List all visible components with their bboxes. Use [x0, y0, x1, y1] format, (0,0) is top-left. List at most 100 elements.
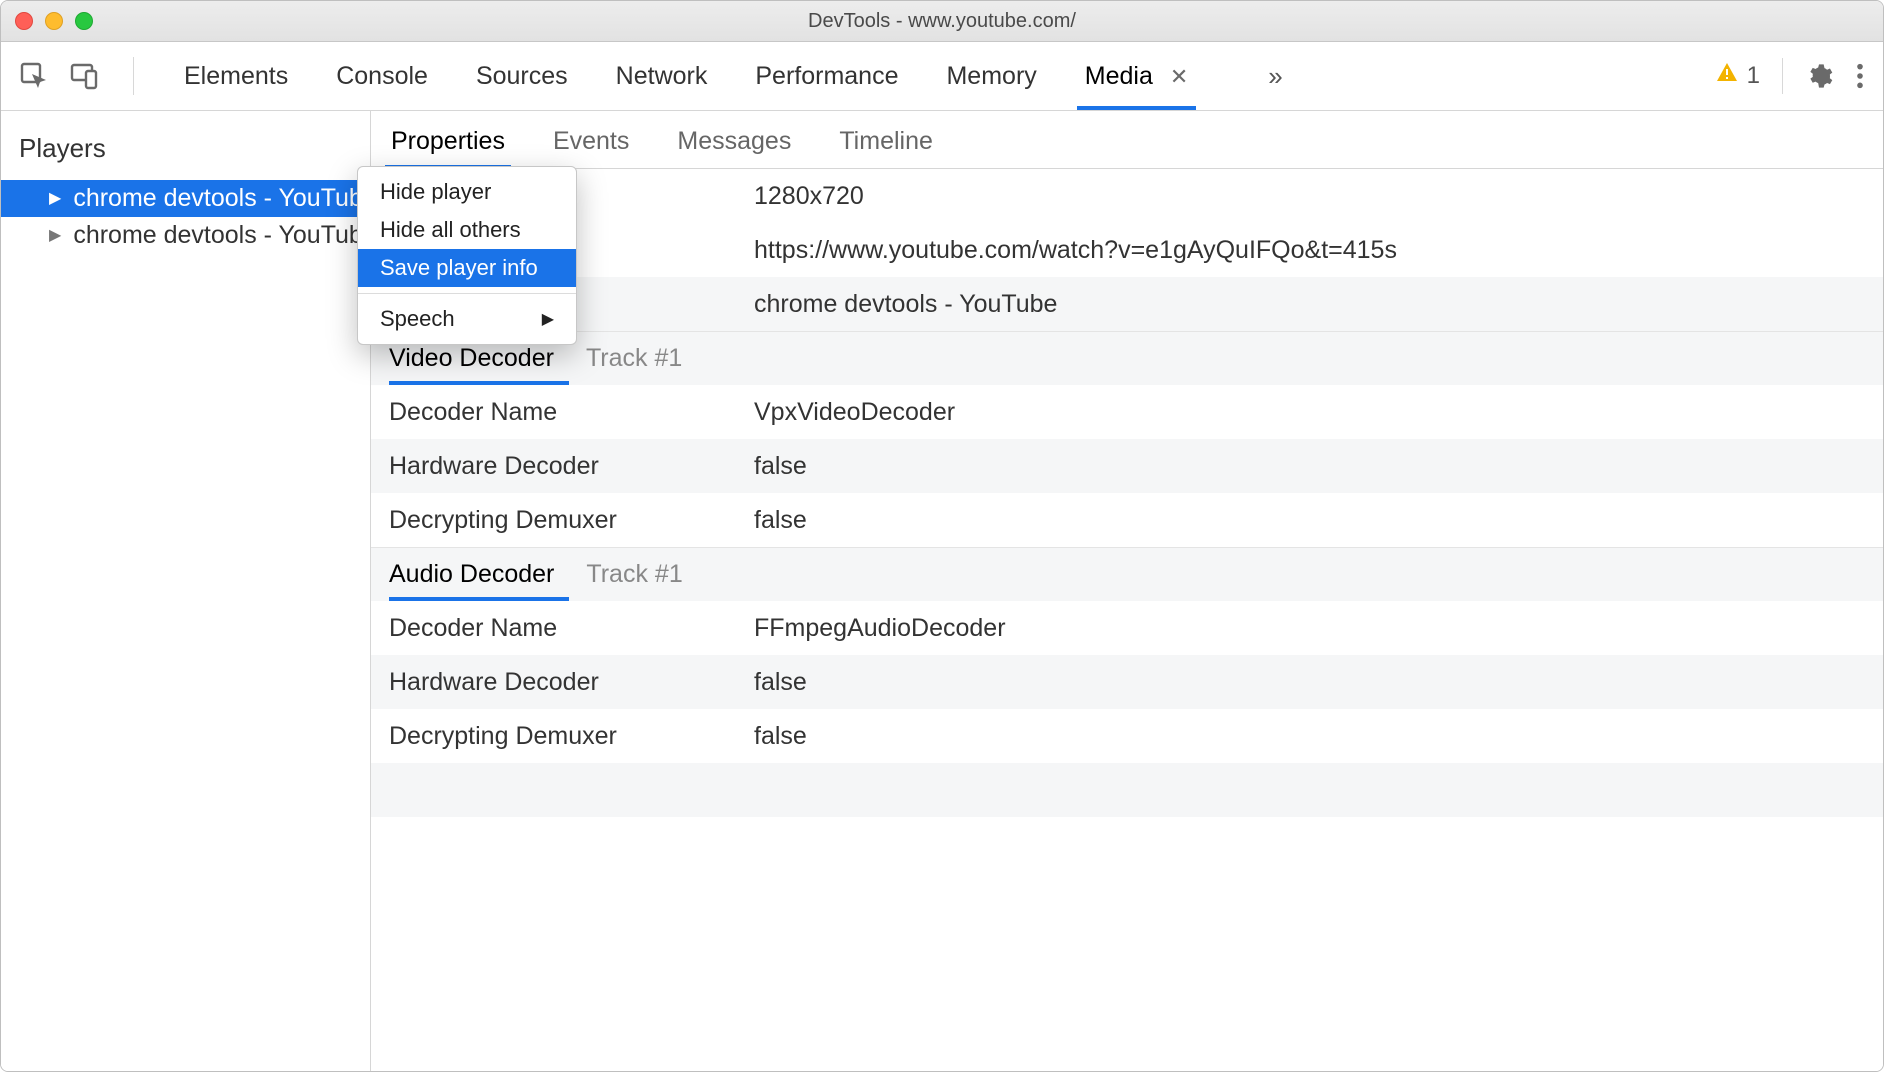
devtools-window: DevTools - www.youtube.com/ Elements Con… — [0, 0, 1884, 1072]
ctx-hide-player[interactable]: Hide player — [358, 173, 576, 211]
property-value: chrome devtools - YouTube — [754, 290, 1057, 319]
main-toolbar: Elements Console Sources Network Perform… — [1, 42, 1883, 111]
property-value: false — [754, 506, 807, 535]
section-subtitle: Track #1 — [586, 344, 682, 373]
ctx-separator — [358, 293, 576, 294]
subtab-messages[interactable]: Messages — [675, 115, 793, 168]
property-key: Hardware Decoder — [389, 668, 754, 697]
tab-label: Sources — [476, 62, 568, 90]
subtab-label: Messages — [677, 127, 791, 155]
properties-list: Resolution 1280x720 Frame URL https://ww… — [371, 169, 1883, 1071]
window-controls — [15, 12, 93, 30]
property-value: false — [754, 722, 807, 751]
warnings-indicator[interactable]: 1 — [1715, 61, 1760, 92]
players-sidebar: Players ▶ chrome devtools - YouTube ▶ ch… — [1, 111, 371, 1071]
context-menu: Hide player Hide all others Save player … — [357, 166, 577, 345]
device-toolbar-icon[interactable] — [69, 61, 99, 91]
player-item-label: chrome devtools - YouTube — [73, 221, 376, 250]
ctx-item-label: Speech — [380, 306, 455, 332]
panel-tabs: Elements Console Sources Network Perform… — [182, 44, 1283, 109]
tab-label: Network — [616, 62, 708, 90]
tab-label: Performance — [755, 62, 898, 90]
property-row: Hardware Decoder false — [371, 655, 1883, 709]
more-tabs-button[interactable]: » — [1268, 61, 1282, 92]
tab-label: Console — [336, 62, 428, 90]
property-value: false — [754, 668, 807, 697]
tab-label: Elements — [184, 62, 288, 90]
subtab-label: Properties — [391, 127, 505, 155]
property-row-empty — [371, 817, 1883, 871]
chevron-right-icon: ▶ — [542, 309, 554, 329]
property-row: Decoder Name VpxVideoDecoder — [371, 385, 1883, 439]
property-key: Decoder Name — [389, 398, 754, 427]
property-row: Frame Title chrome devtools - YouTube — [371, 277, 1883, 331]
close-icon[interactable]: ✕ — [1170, 64, 1188, 89]
caret-right-icon: ▶ — [49, 225, 61, 245]
property-key: Decrypting Demuxer — [389, 506, 754, 535]
property-key: Decoder Name — [389, 614, 754, 643]
minimize-window-button[interactable] — [45, 12, 63, 30]
warning-icon — [1715, 61, 1739, 92]
ctx-item-label: Hide all others — [380, 217, 521, 243]
subtab-label: Timeline — [839, 127, 933, 155]
ctx-save-player-info[interactable]: Save player info — [358, 249, 576, 287]
property-value: FFmpegAudioDecoder — [754, 614, 1006, 643]
toolbar-right-group: 1 — [1715, 58, 1865, 94]
ctx-item-label: Hide player — [380, 179, 491, 205]
ctx-speech-submenu[interactable]: Speech ▶ — [358, 300, 576, 338]
property-row: Frame URL https://www.youtube.com/watch?… — [371, 223, 1883, 277]
tab-sources[interactable]: Sources — [474, 44, 570, 109]
toolbar-left-group — [19, 57, 148, 95]
close-window-button[interactable] — [15, 12, 33, 30]
section-subtitle: Track #1 — [586, 560, 682, 589]
panel-subtabs: Properties Events Messages Timeline — [371, 111, 1883, 169]
tab-console[interactable]: Console — [334, 44, 430, 109]
section-header-audio-decoder: Audio Decoder Track #1 — [371, 547, 1883, 601]
property-value: false — [754, 452, 807, 481]
tab-elements[interactable]: Elements — [182, 44, 290, 109]
property-row: Decrypting Demuxer false — [371, 709, 1883, 763]
property-key: Hardware Decoder — [389, 452, 754, 481]
settings-icon[interactable] — [1805, 62, 1833, 90]
inspect-element-icon[interactable] — [19, 61, 49, 91]
ctx-item-label: Save player info — [380, 255, 538, 281]
property-key: Decrypting Demuxer — [389, 722, 754, 751]
section-header-video-decoder: Video Decoder Track #1 — [371, 331, 1883, 385]
property-row: Decoder Name FFmpegAudioDecoder — [371, 601, 1883, 655]
property-value: https://www.youtube.com/watch?v=e1gAyQuI… — [754, 236, 1397, 265]
tab-media[interactable]: Media ✕ — [1083, 44, 1190, 109]
tab-label: Memory — [946, 62, 1036, 90]
zoom-window-button[interactable] — [75, 12, 93, 30]
warning-count: 1 — [1747, 62, 1760, 90]
section-title: Audio Decoder — [389, 560, 554, 589]
content-area: Players ▶ chrome devtools - YouTube ▶ ch… — [1, 111, 1883, 1071]
kebab-menu-icon[interactable] — [1855, 62, 1865, 90]
subtab-properties[interactable]: Properties — [389, 115, 507, 168]
subtab-label: Events — [553, 127, 629, 155]
player-item-label: chrome devtools - YouTube — [73, 184, 376, 213]
subtab-events[interactable]: Events — [551, 115, 631, 168]
window-title: DevTools - www.youtube.com/ — [1, 10, 1883, 33]
property-row-empty — [371, 763, 1883, 817]
property-row: Hardware Decoder false — [371, 439, 1883, 493]
tab-memory[interactable]: Memory — [944, 44, 1038, 109]
sidebar-heading: Players — [1, 111, 370, 180]
player-item[interactable]: ▶ chrome devtools - YouTube — [1, 180, 370, 217]
player-item[interactable]: ▶ chrome devtools - YouTube — [1, 217, 370, 254]
section-title: Video Decoder — [389, 344, 554, 373]
players-tree: ▶ chrome devtools - YouTube ▶ chrome dev… — [1, 180, 370, 254]
property-value: 1280x720 — [754, 182, 864, 211]
property-row: Decrypting Demuxer false — [371, 493, 1883, 547]
subtab-timeline[interactable]: Timeline — [837, 115, 935, 168]
property-row: Resolution 1280x720 — [371, 169, 1883, 223]
tab-performance[interactable]: Performance — [753, 44, 900, 109]
ctx-hide-all-others[interactable]: Hide all others — [358, 211, 576, 249]
caret-right-icon: ▶ — [49, 188, 61, 208]
property-value: VpxVideoDecoder — [754, 398, 955, 427]
toolbar-divider — [1782, 58, 1783, 94]
tab-network[interactable]: Network — [614, 44, 710, 109]
properties-panel: Properties Events Messages Timeline Reso… — [371, 111, 1883, 1071]
toolbar-divider — [133, 57, 134, 95]
tab-label: Media — [1085, 62, 1153, 90]
titlebar: DevTools - www.youtube.com/ — [1, 1, 1883, 42]
